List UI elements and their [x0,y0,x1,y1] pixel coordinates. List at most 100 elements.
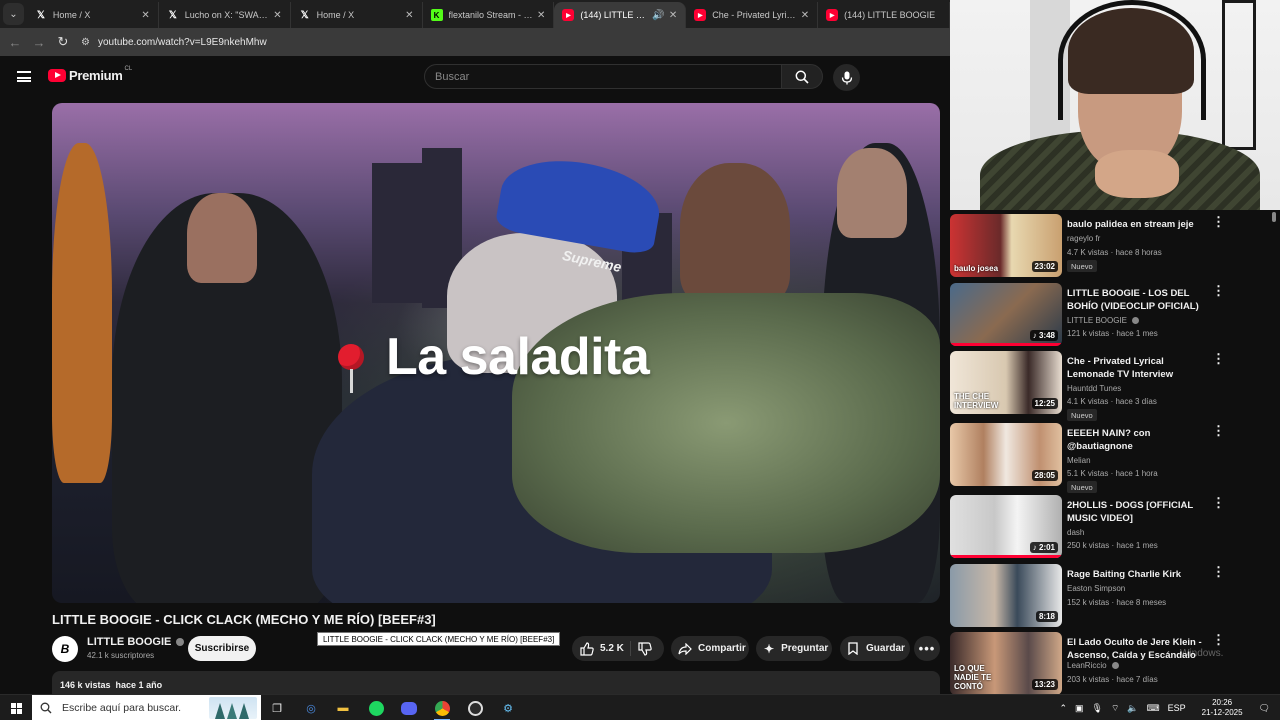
browser-tab[interactable]: ▶ (144) LITTLE BOOGIE [818,2,951,28]
save-button[interactable]: Guardar [840,636,910,661]
video-scene-person [52,143,112,483]
video-caption-overlay: La saladita [338,327,650,393]
thumbs-up-icon [580,641,594,656]
language-indicator[interactable]: ESP [1168,703,1186,713]
close-tab-icon[interactable]: ✕ [801,10,809,21]
reload-icon[interactable]: ↻ [51,34,75,50]
more-vertical-icon[interactable]: ⋮ [1212,352,1225,365]
steam-icon[interactable]: ⚙ [498,698,518,718]
share-button[interactable]: Compartir [671,636,749,661]
recommendation-item[interactable]: THE CHE INTERVIEW 12:25 Che - Privated L… [950,351,1272,421]
video-player[interactable]: Supreme La saladita [52,103,940,603]
menu-icon[interactable] [17,71,31,82]
more-vertical-icon[interactable]: ⋮ [1212,424,1225,437]
dislike-button[interactable] [638,642,652,659]
obs-icon[interactable] [465,698,485,718]
forward-arrow-icon[interactable]: → [27,35,51,50]
recommendation-item[interactable]: ♪ 3:48 LITTLE BOOGIE - LOS DEL BOHÍO (VI… [950,283,1272,349]
ask-button[interactable]: ✦ Preguntar [756,636,832,661]
windows-logo-icon [10,702,22,714]
browser-tab[interactable]: 𝕏 Home / X ✕ [291,2,423,28]
more-vertical-icon[interactable]: ⋮ [1212,565,1225,578]
start-button[interactable] [0,695,32,720]
youtube-logo-icon [48,69,66,82]
video-thumbnail[interactable]: 28:05 [950,423,1062,486]
browser-tab[interactable]: ▶ Che - Privated Lyrical Lem ✕ [686,2,819,28]
channel-name[interactable]: LITTLE BOOGIE [87,636,185,648]
more-actions-button[interactable]: ••• [914,636,940,661]
clock[interactable]: 20:26 21-12-2025 [1198,698,1247,718]
spotify-icon[interactable] [366,698,386,718]
video-thumbnail[interactable]: LO QUE NADIE TE CONTÓ 13:23 [950,632,1062,694]
chrome-icon[interactable] [432,698,452,720]
youtube-logo-icon: ▶ [694,9,707,21]
x-logo-icon: 𝕏 [300,9,309,21]
search-icon [795,70,809,84]
more-vertical-icon[interactable]: ⋮ [1212,215,1225,228]
site-settings-icon[interactable]: ⚙ [81,37,90,48]
recommendation-item[interactable]: baulo josea 23:02 baulo palidea en strea… [950,214,1272,280]
file-explorer-icon[interactable]: ▬ [333,698,353,718]
tab-search-menu-button[interactable]: ⌄ [3,3,24,25]
youtube-premium-logo[interactable]: Premium CL [48,66,132,83]
red-pin-icon [338,344,364,393]
kick-logo-icon: K [430,9,443,21]
close-tab-icon[interactable]: ✕ [141,10,149,21]
browser-tab-active[interactable]: ▶ (144) LITTLE BOOGIE 🔊 ✕ [554,2,687,28]
recommendation-item[interactable]: 8:18 Rage Baiting Charlie Kirk Easton Si… [950,564,1272,630]
close-tab-icon[interactable]: ✕ [537,10,545,21]
browser-tab[interactable]: 𝕏 Home / X ✕ [27,2,159,28]
volume-icon[interactable]: 🔈 [1127,703,1138,714]
recommendations-list: baulo josea 23:02 baulo palidea en strea… [950,210,1280,694]
title-tooltip: LITTLE BOOGIE - CLICK CLACK (MECHO Y ME … [317,632,561,646]
recommendation-item[interactable]: ♪ 2:01 2HOLLIS - DOGS [OFFICIAL MUSIC VI… [950,495,1272,561]
verified-icon [1111,662,1119,669]
network-icon[interactable]: ▣ [1075,703,1084,714]
more-vertical-icon[interactable]: ⋮ [1212,284,1225,297]
verified-icon [176,638,185,646]
browser-tab[interactable]: 𝕏 Lucho on X: "SWAGGERPUNK ✕ [159,2,291,28]
notifications-icon[interactable]: 🗨 [1259,703,1270,714]
bookmark-icon [848,642,858,655]
edge-icon[interactable]: ◎ [301,698,321,718]
chevron-up-icon[interactable]: ⌃ [1059,703,1067,714]
voice-search-button[interactable] [833,64,860,91]
verified-icon [1132,317,1140,324]
url-field[interactable]: ⚙ youtube.com/watch?v=L9E9nkehMhw [81,37,267,48]
browser-tab[interactable]: K flextanilo Stream - Watch ✕ [423,2,555,28]
search-input[interactable]: Buscar [424,64,782,89]
video-thumbnail[interactable]: 8:18 [950,564,1062,627]
browser-tab-strip: ⌄ 𝕏 Home / X ✕ 𝕏 Lucho on X: "SWAGGERPUN… [0,0,951,28]
taskbar-search[interactable]: Escribe aquí para buscar. [32,695,261,720]
wifi-icon[interactable]: ⌔ [1111,703,1119,714]
like-button[interactable]: 5.2 K [580,641,624,656]
watch-progress-bar [950,555,1062,558]
close-tab-icon[interactable]: ✕ [405,10,413,21]
search-highlight-image [209,697,257,719]
video-thumbnail[interactable]: baulo josea 23:02 [950,214,1062,277]
thumbs-down-icon [638,642,652,656]
windows-taskbar: Escribe aquí para buscar. ❐ ◎ ▬ ⚙ ⌃ ▣ 🎙 … [0,694,1280,720]
video-thumbnail[interactable]: ♪ 2:01 [950,495,1062,558]
close-tab-icon[interactable]: ✕ [273,10,281,21]
microphone-icon [841,71,852,84]
speaker-icon[interactable]: 🔊 [652,10,664,21]
video-thumbnail[interactable]: THE CHE INTERVIEW 12:25 [950,351,1062,414]
like-divider [630,641,631,656]
recommendation-item[interactable]: 28:05 EEEEH NAIN? con @bautiagnone Melia… [950,423,1272,493]
discord-icon[interactable] [399,698,419,718]
more-vertical-icon[interactable]: ⋮ [1212,496,1225,509]
recommendation-item[interactable]: LO QUE NADIE TE CONTÓ 13:23 El Lado Ocul… [950,632,1272,694]
microphone-icon[interactable]: 🎙 [1092,703,1103,714]
keyboard-icon[interactable]: ⌨ [1147,703,1160,714]
search-button[interactable] [781,64,823,89]
task-view-icon[interactable]: ❐ [267,698,287,718]
channel-avatar[interactable]: B [52,636,78,662]
sidebar-scrollbar[interactable] [1272,212,1276,222]
more-vertical-icon[interactable]: ⋮ [1212,633,1225,646]
close-tab-icon[interactable]: ✕ [669,10,677,21]
more-horizontal-icon: ••• [918,641,936,656]
video-thumbnail[interactable]: ♪ 3:48 [950,283,1062,346]
back-arrow-icon[interactable]: ← [3,35,27,50]
subscribe-button[interactable]: Suscribirse [188,636,256,661]
